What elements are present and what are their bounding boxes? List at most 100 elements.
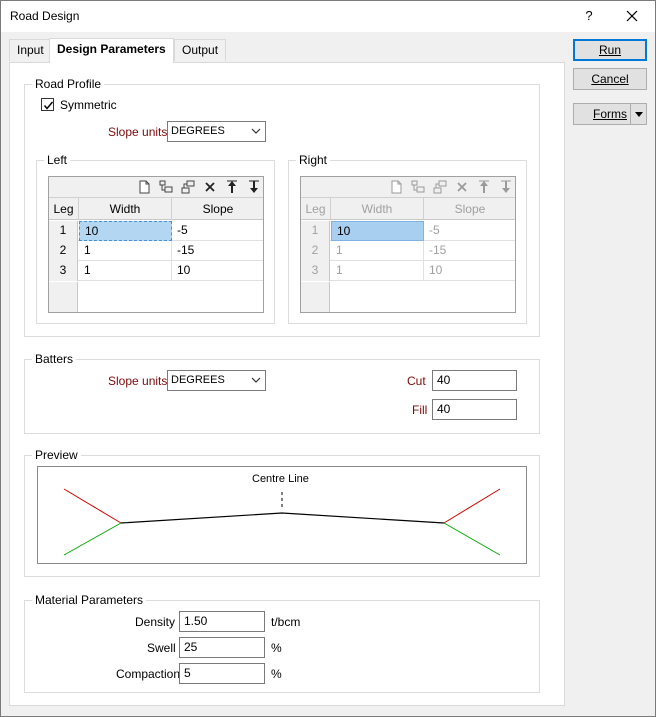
- left-width-header[interactable]: Width: [79, 198, 172, 220]
- left-grid-toolbar: [49, 177, 263, 198]
- swell-input[interactable]: 25: [179, 637, 265, 658]
- slope-cell: 10: [429, 263, 443, 277]
- cancel-button[interactable]: Cancel: [573, 68, 647, 90]
- road-surface-line: [120, 512, 445, 524]
- insert-row-icon[interactable]: [159, 180, 173, 194]
- right-grid-toolbar: [301, 177, 515, 198]
- tab-design-parameters[interactable]: Design Parameters: [49, 38, 174, 63]
- append-row-icon[interactable]: [181, 180, 195, 194]
- insert-row-icon: [411, 180, 425, 193]
- fill-label: Fill: [412, 403, 428, 417]
- width-cell[interactable]: 1: [79, 241, 172, 261]
- road-profile-title: Road Profile: [32, 77, 105, 91]
- width-cell[interactable]: 10: [79, 221, 172, 241]
- right-fill-batter: [443, 522, 501, 556]
- help-button[interactable]: ?: [579, 5, 599, 27]
- batters-slope-units-label: Slope units: [108, 374, 168, 388]
- append-row-icon: [433, 180, 447, 194]
- close-button[interactable]: [621, 5, 643, 27]
- delete-row-icon[interactable]: [203, 180, 217, 194]
- batters-slope-units-select[interactable]: DEGREES: [167, 370, 266, 391]
- checkmark-icon: [43, 101, 54, 110]
- fill-input[interactable]: 40: [432, 399, 517, 420]
- forms-button-label: Forms: [593, 107, 627, 121]
- cut-input[interactable]: 40: [432, 370, 517, 391]
- swell-unit: %: [271, 641, 282, 655]
- swell-label: Swell: [147, 641, 176, 655]
- move-down-icon: [501, 180, 511, 193]
- slope-cell[interactable]: 10: [172, 261, 264, 281]
- right-width-header: Width: [331, 198, 424, 220]
- road-slope-units-label: Slope units: [108, 125, 168, 139]
- run-button[interactable]: Run: [573, 39, 647, 61]
- left-grid-header: Leg Width Slope: [49, 198, 263, 220]
- left-leg-header: Leg: [49, 198, 79, 220]
- density-unit: t/bcm: [271, 615, 301, 629]
- right-grid-header: Leg Width Slope: [301, 198, 515, 220]
- table-row: 2 1 -15: [49, 241, 263, 261]
- batters-title: Batters: [32, 352, 77, 366]
- new-row-icon[interactable]: [137, 180, 151, 194]
- row-header: 2: [301, 241, 330, 261]
- compaction-input[interactable]: 5: [179, 663, 265, 684]
- forms-button[interactable]: Forms: [573, 103, 647, 125]
- cancel-button-label: Cancel: [591, 72, 629, 86]
- left-fill-batter: [63, 522, 122, 556]
- cut-label: Cut: [407, 374, 426, 388]
- table-row: 3 1 10: [49, 261, 263, 281]
- row-header: 1: [301, 221, 330, 241]
- table-row: 1 10 -5: [49, 221, 263, 241]
- tab-input[interactable]: Input: [9, 39, 52, 61]
- compaction-unit: %: [271, 667, 282, 681]
- slope-cell: -5: [429, 223, 440, 237]
- left-title: Left: [44, 153, 71, 167]
- window-title: Road Design: [10, 9, 80, 23]
- right-legs-grid: Leg Width Slope 1 10 -5 2 1 -15 3 1 10: [300, 176, 516, 313]
- road-profile-preview: [63, 488, 501, 556]
- table-row: 2 1 -15: [301, 241, 515, 261]
- right-title: Right: [296, 153, 331, 167]
- batters-slope-units-value: DEGREES: [171, 374, 225, 386]
- move-down-icon[interactable]: [247, 180, 261, 194]
- slope-cell[interactable]: -15: [172, 241, 264, 261]
- width-cell[interactable]: 1: [79, 261, 172, 281]
- preview-canvas: Centre Line: [37, 466, 527, 564]
- width-cell: 1: [331, 241, 424, 261]
- row-header[interactable]: 3: [49, 261, 78, 281]
- right-cut-batter: [443, 488, 501, 524]
- right-leg-header: Leg: [301, 198, 331, 220]
- symmetric-label: Symmetric: [60, 98, 117, 112]
- empty-row-header: [49, 282, 78, 312]
- tab-output[interactable]: Output: [174, 39, 227, 61]
- road-slope-units-value: DEGREES: [171, 125, 225, 137]
- move-up-icon[interactable]: [225, 180, 239, 194]
- forms-dropdown-arrow-icon[interactable]: [630, 104, 646, 124]
- slope-cell: -15: [429, 243, 447, 257]
- new-row-icon: [391, 180, 402, 194]
- table-row: 1 10 -5: [301, 221, 515, 241]
- close-icon: [626, 10, 638, 22]
- chevron-down-icon: [251, 377, 261, 383]
- density-input[interactable]: 1.50: [179, 611, 265, 632]
- left-cut-batter: [63, 488, 122, 524]
- slope-cell[interactable]: -5: [172, 221, 264, 241]
- density-label: Density: [135, 615, 176, 629]
- row-header[interactable]: 1: [49, 221, 78, 241]
- table-row: 3 1 10: [301, 261, 515, 281]
- width-cell: 10: [331, 221, 424, 241]
- move-up-icon: [479, 180, 489, 193]
- row-header: 3: [301, 261, 330, 281]
- empty-row-header: [301, 282, 330, 312]
- material-parameters-title: Material Parameters: [32, 593, 147, 607]
- width-cell: 1: [331, 261, 424, 281]
- symmetric-checkbox[interactable]: [41, 98, 54, 111]
- road-slope-units-select[interactable]: DEGREES: [167, 121, 266, 142]
- road-design-dialog: Road Design ? Input Design Parameters Ou…: [0, 0, 656, 717]
- row-header[interactable]: 2: [49, 241, 78, 261]
- chevron-down-icon: [251, 128, 261, 134]
- left-slope-header[interactable]: Slope: [172, 198, 264, 220]
- preview-title: Preview: [32, 448, 81, 462]
- delete-row-icon: [457, 182, 467, 192]
- title-bar: Road Design ?: [1, 1, 655, 32]
- right-slope-header: Slope: [454, 202, 486, 216]
